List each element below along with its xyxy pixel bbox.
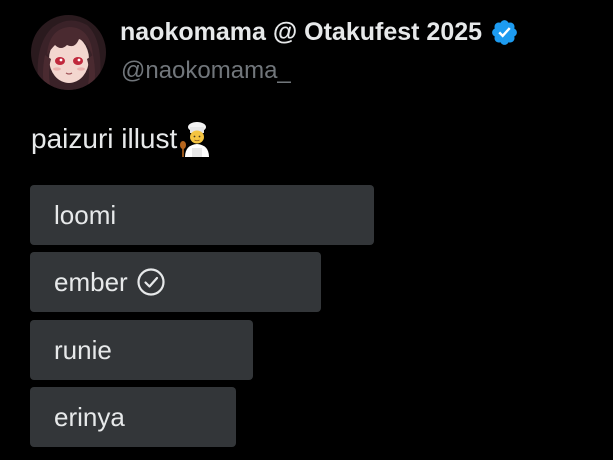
post-body: paizuri illust bbox=[31, 121, 213, 157]
poll-option-label: loomi bbox=[54, 199, 117, 230]
author-handle[interactable]: @naokomama_ bbox=[121, 57, 291, 85]
poll-option-erinya[interactable]: erinya bbox=[30, 387, 236, 447]
poll-option-label: ember bbox=[54, 266, 128, 297]
author-name-row[interactable]: naokomama @ Otakufest 2025 bbox=[120, 18, 519, 47]
profile-avatar[interactable] bbox=[31, 15, 106, 90]
poll-option-label: erinya bbox=[54, 401, 125, 432]
poll-option-ember[interactable]: ember bbox=[30, 252, 321, 312]
poll-option-runie[interactable]: runie bbox=[30, 320, 253, 380]
author-display-name[interactable]: naokomama @ Otakufest 2025 bbox=[120, 18, 482, 47]
poll-option-loomi[interactable]: loomi bbox=[30, 185, 374, 245]
avatar-image bbox=[31, 15, 106, 90]
poll-option-label: runie bbox=[54, 334, 112, 365]
check-circle-icon bbox=[136, 267, 166, 297]
verified-badge-icon[interactable] bbox=[490, 18, 519, 47]
post-text: paizuri illust bbox=[31, 123, 178, 154]
cook-emoji-icon bbox=[179, 121, 213, 157]
